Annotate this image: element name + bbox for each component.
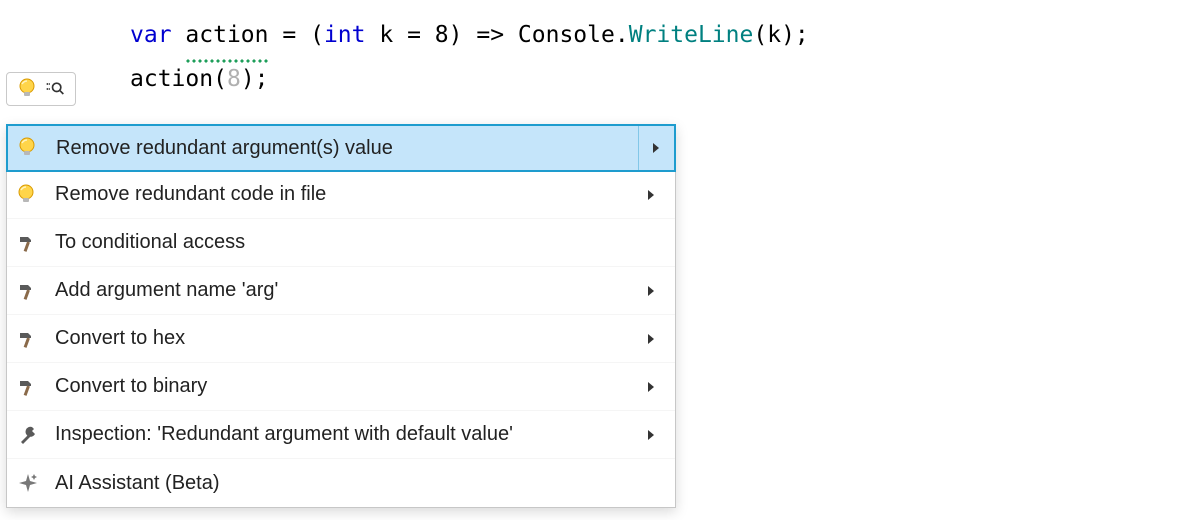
- identifier-action: action: [185, 14, 268, 58]
- redundant-argument: 8: [227, 66, 241, 92]
- submenu-arrow-icon: [639, 333, 663, 345]
- hammer-icon: [17, 329, 55, 349]
- menu-item-label: Convert to binary: [55, 375, 639, 398]
- find-icon: [45, 79, 65, 99]
- console-class: Console: [518, 22, 615, 48]
- keyword-int: int: [324, 22, 366, 48]
- sparkle-icon: [17, 472, 55, 494]
- menu-item-4[interactable]: Convert to hex: [7, 315, 675, 363]
- hammer-icon: [17, 281, 55, 301]
- menu-item-label: To conditional access: [55, 231, 639, 254]
- writeline-method: WriteLine: [629, 22, 754, 48]
- quick-fix-indicator[interactable]: [6, 72, 76, 106]
- submenu-arrow-icon: [639, 429, 663, 441]
- menu-item-1[interactable]: Remove redundant code in file: [7, 171, 675, 219]
- code-editor[interactable]: var action = (int k = 8) => Console.Writ…: [0, 0, 1198, 101]
- submenu-arrow-icon: [639, 381, 663, 393]
- menu-item-5[interactable]: Convert to binary: [7, 363, 675, 411]
- menu-item-label: Remove redundant code in file: [55, 183, 639, 206]
- code-line-2: action(8);: [130, 58, 1198, 102]
- hammer-icon: [17, 233, 55, 253]
- menu-item-6[interactable]: Inspection: 'Redundant argument with def…: [7, 411, 675, 459]
- menu-item-label: AI Assistant (Beta): [55, 472, 639, 495]
- submenu-arrow-icon: [639, 189, 663, 201]
- menu-item-label: Remove redundant argument(s) value: [56, 137, 630, 160]
- menu-item-3[interactable]: Add argument name 'arg': [7, 267, 675, 315]
- menu-item-2[interactable]: To conditional access: [7, 219, 675, 267]
- wrench-icon: [17, 424, 55, 446]
- menu-item-label: Inspection: 'Redundant argument with def…: [55, 423, 639, 446]
- submenu-arrow-icon: [639, 285, 663, 297]
- quick-fix-menu: Remove redundant argument(s) value Remove…: [6, 124, 676, 508]
- bulb-yellow-icon: [17, 184, 55, 206]
- menu-item-label: Convert to hex: [55, 327, 639, 350]
- hammer-icon: [17, 377, 55, 397]
- menu-item-7[interactable]: AI Assistant (Beta): [7, 459, 675, 507]
- menu-item-label: Add argument name 'arg': [55, 279, 639, 302]
- submenu-arrow-icon: [638, 126, 662, 170]
- menu-item-0[interactable]: Remove redundant argument(s) value: [6, 124, 676, 172]
- code-line-1: var action = (int k = 8) => Console.Writ…: [130, 14, 1198, 58]
- keyword-var: var: [130, 22, 172, 48]
- bulb-icon: [17, 79, 37, 99]
- bulb-yellow-icon: [18, 137, 56, 159]
